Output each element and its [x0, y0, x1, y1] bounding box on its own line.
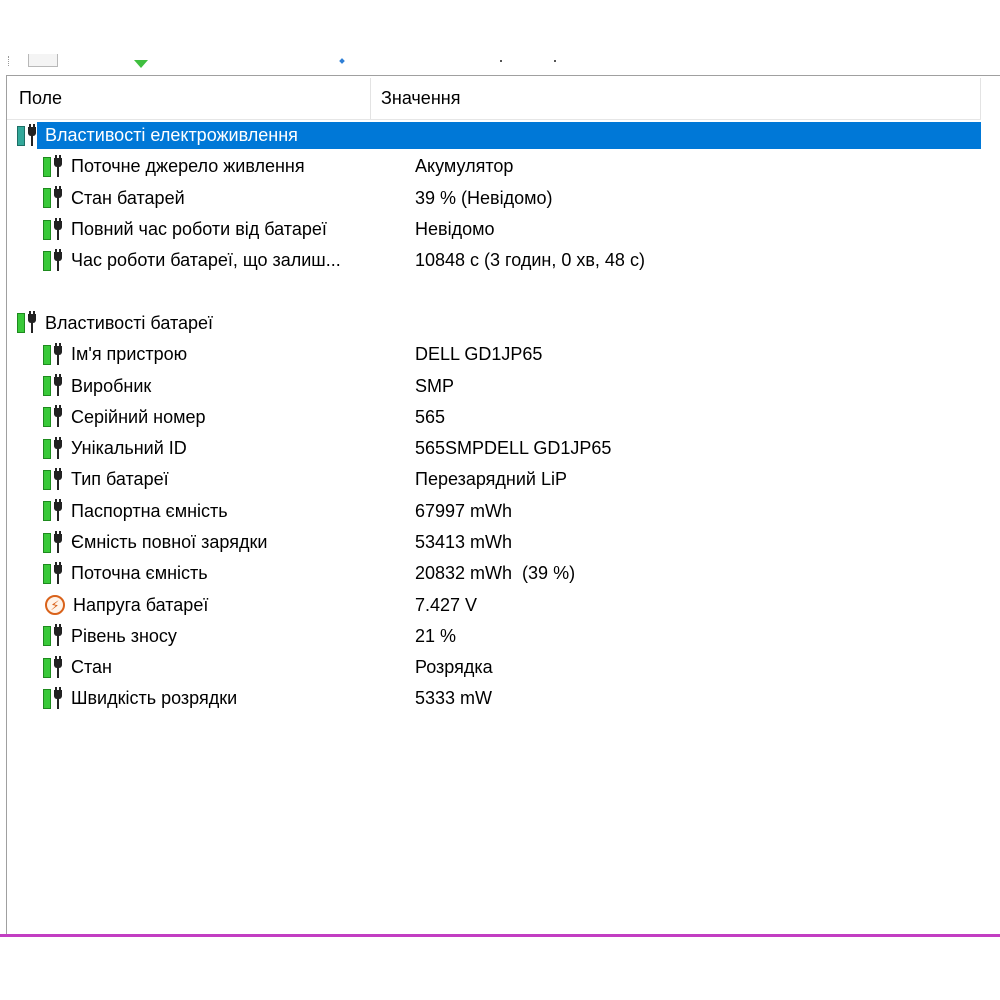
list-item[interactable]: Повний час роботи від батареї Невідомо [7, 214, 981, 245]
toolbar-fragment [0, 50, 1000, 70]
item-value: 39 % (Невідомо) [415, 187, 553, 208]
column-header-value[interactable]: Значення [371, 78, 981, 119]
battery-plug-icon [41, 186, 67, 209]
item-field: Рівень зносу [71, 625, 177, 646]
battery-plug-icon [41, 655, 67, 679]
battery-plug-icon [41, 374, 67, 397]
list-item[interactable]: Ємність повної зарядки 53413 mWh [7, 527, 981, 558]
column-header-field-label: Поле [19, 88, 63, 108]
item-value: SMP [415, 375, 455, 396]
item-field: Швидкість розрядки [71, 688, 238, 709]
toolbar-dot [554, 60, 556, 62]
item-field: Ім'я пристрою [71, 344, 188, 365]
group-row-power-properties[interactable]: Властивості електроживлення [7, 120, 981, 151]
battery-plug-icon [41, 217, 67, 241]
item-field: Час роботи батареї, що залиш... [71, 250, 341, 271]
item-value: 21 % [415, 625, 457, 646]
window-bottom-border [0, 934, 1000, 937]
list-item[interactable]: Стан батарей 39 % (Невідомо) [7, 183, 981, 214]
item-field: Поточне джерело живлення [71, 156, 305, 177]
lightning-icon: ⚡ [45, 595, 65, 616]
list-rows: Властивості електроживлення Поточне джер… [7, 120, 981, 715]
battery-plug-icon [41, 561, 67, 585]
battery-plug-icon [41, 436, 67, 460]
battery-plug-icon [15, 123, 41, 147]
list-item[interactable]: ⚡ Напруга батареї 7.427 V [7, 589, 981, 620]
battery-plug-icon [41, 467, 67, 491]
list-item[interactable]: Час роботи батареї, що залиш... 10848 с … [7, 245, 981, 276]
list-header: Поле Значення [7, 78, 981, 120]
item-field: Поточна ємність [71, 563, 208, 584]
list-item[interactable]: Паспортна ємність 67997 mWh [7, 496, 981, 527]
item-field: Повний час роботи від батареї [71, 219, 327, 240]
item-value: Розрядка [415, 657, 493, 678]
item-field: Паспортна ємність [71, 500, 228, 521]
list-item[interactable]: Поточна ємність 20832 mWh (39 %) [7, 558, 981, 589]
list-item[interactable]: Ім'я пристрою DELL GD1JP65 [7, 339, 981, 370]
battery-plug-icon [41, 248, 67, 272]
column-header-value-label: Значення [381, 88, 461, 108]
item-field: Стан батарей [71, 187, 185, 208]
toolbar-blue-icon[interactable] [339, 58, 345, 64]
battery-plug-icon [41, 342, 67, 366]
item-value: Перезарядний LiP [415, 469, 567, 490]
battery-plug-icon [41, 499, 67, 522]
battery-plug-icon [41, 624, 67, 647]
battery-plug-icon [41, 405, 67, 428]
toolbar-green-arrow-icon[interactable] [134, 60, 148, 68]
item-value: Невідомо [415, 219, 495, 240]
item-field: Унікальний ID [71, 438, 187, 459]
list-item[interactable]: Швидкість розрядки 5333 mW [7, 683, 981, 714]
list-item[interactable]: Виробник SMP [7, 370, 981, 401]
item-field: Виробник [71, 375, 152, 396]
list-item[interactable]: Серійний номер 565 [7, 402, 981, 433]
group-label: Властивості електроживлення [43, 123, 300, 149]
battery-plug-icon [41, 154, 67, 178]
group-label: Властивості батареї [45, 312, 214, 333]
item-value: 5333 mW [415, 688, 493, 709]
toolbar-box-icon[interactable] [28, 54, 58, 67]
battery-plug-icon [41, 530, 67, 554]
list-item[interactable]: Рівень зносу 21 % [7, 621, 981, 652]
list-item[interactable]: Стан Розрядка [7, 652, 981, 683]
item-value: 53413 mWh [415, 532, 513, 552]
battery-plug-icon [41, 686, 67, 710]
toolbar-separator [8, 56, 10, 66]
empty-row [7, 276, 981, 307]
device-list-panel[interactable]: Поле Значення Властивості електроживленн… [6, 75, 1000, 934]
list-item[interactable]: Унікальний ID 565SMPDELL GD1JP65 [7, 433, 981, 464]
list-item[interactable]: Тип батареї Перезарядний LiP [7, 464, 981, 495]
battery-plug-icon [15, 311, 41, 334]
item-value: 10848 с (3 годин, 0 хв, 48 с) [415, 250, 645, 271]
item-value: 7.427 V [415, 594, 478, 615]
item-field: Серійний номер [71, 406, 206, 427]
item-field: Напруга батареї [73, 594, 209, 615]
item-value: 565 [415, 406, 446, 427]
item-field: Ємність повної зарядки [71, 532, 268, 552]
group-row-battery-properties[interactable]: Властивості батареї [7, 308, 981, 339]
item-value: 20832 mWh (39 %) [415, 563, 576, 584]
toolbar-dot [500, 60, 502, 62]
item-value: 565SMPDELL GD1JP65 [415, 438, 612, 459]
item-value: DELL GD1JP65 [415, 344, 543, 365]
item-field: Тип батареї [71, 469, 169, 490]
item-field: Стан [71, 657, 112, 678]
item-value: 67997 mWh [415, 500, 513, 521]
column-header-field[interactable]: Поле [7, 78, 371, 119]
item-value: Акумулятор [415, 156, 514, 177]
list-item[interactable]: Поточне джерело живлення Акумулятор [7, 151, 981, 182]
